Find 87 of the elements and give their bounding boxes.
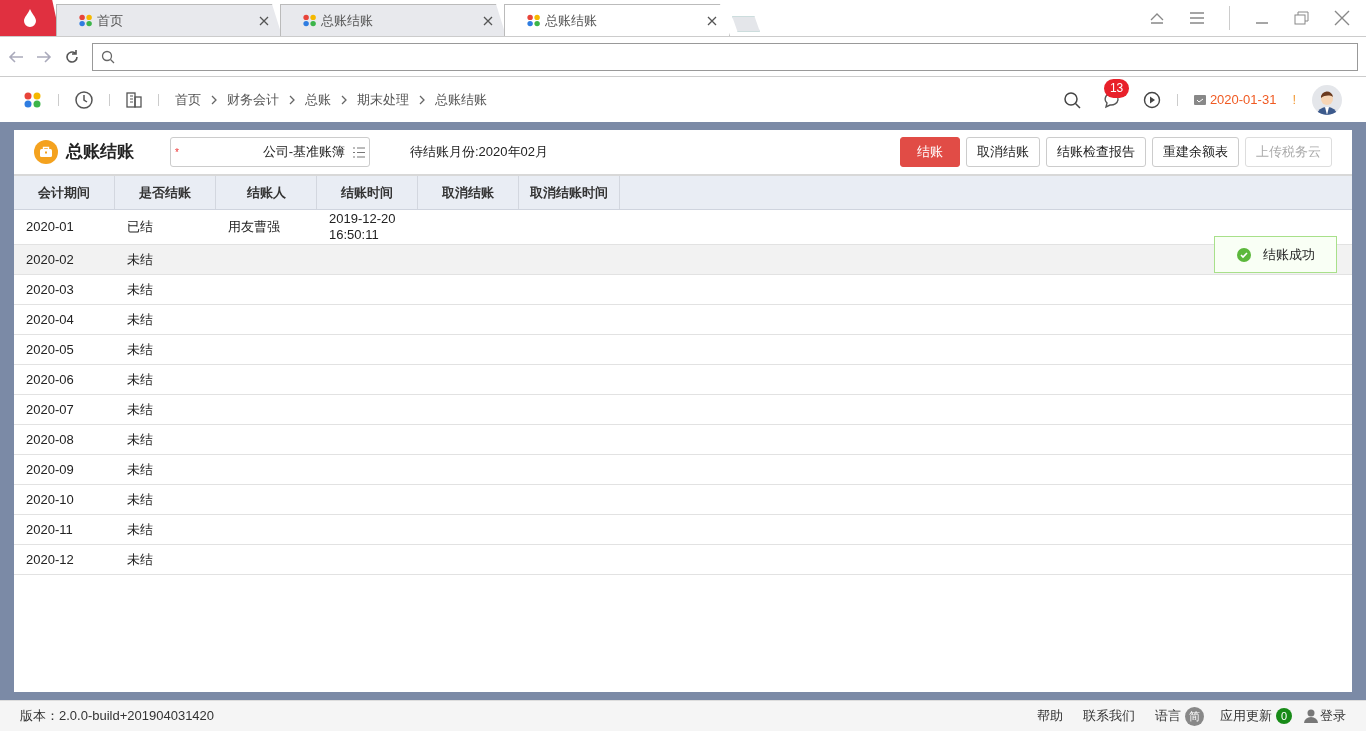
restore-icon[interactable] — [1294, 10, 1310, 25]
browser-tab[interactable]: 总账结账 — [504, 4, 730, 36]
action-button[interactable]: 重建余额表 — [1152, 137, 1239, 167]
browser-tab[interactable]: 总账结账 — [280, 4, 506, 36]
address-field[interactable] — [92, 42, 1358, 71]
table-cell: 2020-10 — [26, 491, 74, 508]
language-label: 语言 — [1155, 707, 1181, 726]
table-cell: 未结 — [127, 401, 153, 418]
pending-month-text: 待结账月份:2020年02月 — [410, 143, 548, 162]
chevron-icon — [289, 94, 295, 105]
table-cell: 2020-11 — [26, 521, 73, 538]
app-logo-icon — [303, 14, 317, 27]
table-cell: 未结 — [127, 431, 153, 448]
table-cell: 未结 — [127, 491, 153, 508]
close-icon[interactable] — [707, 15, 717, 26]
list-icon — [353, 146, 365, 158]
table-cell: 未结 — [127, 371, 153, 388]
column-header[interactable]: 结账人 — [216, 176, 317, 209]
updates-badge[interactable]: 0 — [1276, 708, 1292, 724]
required-mark: * — [175, 145, 179, 160]
app-logo-icon[interactable] — [24, 91, 42, 108]
calendar-icon — [1193, 94, 1206, 105]
table-cell: 2020-07 — [26, 401, 74, 418]
search-icon — [101, 49, 115, 64]
drop-icon — [23, 8, 37, 27]
column-header[interactable]: 会计期间 — [14, 176, 115, 209]
app-logo-icon — [79, 14, 93, 27]
notification-badge: 13 — [1103, 78, 1130, 98]
table-cell: 用友曹强 — [228, 219, 280, 235]
table-cell: 2020-03 — [26, 281, 74, 298]
version-text: 版本：2.0.0-build+201904031420 — [20, 707, 215, 726]
close-icon[interactable] — [1334, 9, 1350, 26]
contact-link[interactable]: 联系我们 — [1083, 706, 1135, 726]
column-header[interactable]: 取消结账 — [418, 176, 519, 209]
play-icon[interactable] — [1142, 90, 1161, 109]
column-header[interactable]: 取消结账时间 — [519, 176, 620, 209]
table-cell: 2020-08 — [26, 431, 74, 448]
briefcase-icon — [34, 140, 58, 164]
table-cell: 2020-05 — [26, 341, 74, 358]
table-cell: 未结 — [127, 521, 153, 538]
building-icon[interactable] — [126, 91, 142, 108]
column-header[interactable]: 结账时间 — [317, 176, 418, 209]
action-button[interactable]: 取消结账 — [966, 137, 1040, 167]
breadcrumb-link[interactable]: 首页 — [175, 89, 201, 110]
avatar[interactable] — [1312, 84, 1342, 115]
app-logo-icon — [527, 14, 541, 27]
page-title: 总账结账 — [66, 141, 134, 164]
reload-icon[interactable] — [64, 48, 80, 65]
search-icon[interactable] — [1062, 90, 1081, 109]
check-circle-icon — [1236, 247, 1251, 262]
breadcrumb-link[interactable]: 财务会计 — [227, 89, 279, 110]
chevron-icon — [341, 94, 347, 105]
table-cell: 已结 — [127, 219, 153, 235]
action-button[interactable]: 结账 — [900, 137, 960, 167]
table-cell: 2020-09 — [26, 461, 74, 478]
language-badge[interactable]: 简 — [1185, 706, 1204, 726]
help-link[interactable]: 帮助 — [1037, 706, 1063, 726]
table-cell-text: 2019-12-20 16:50:11 — [329, 211, 397, 243]
table-cell: 2020-02 — [26, 251, 74, 268]
clock-icon[interactable] — [75, 90, 93, 109]
chevron-icon — [211, 94, 217, 105]
table-cell: 2020-06 — [26, 371, 74, 388]
table-cell: 未结 — [127, 311, 153, 328]
close-icon[interactable] — [483, 15, 493, 26]
browser-tab[interactable]: 首页 — [56, 4, 282, 36]
table-cell: 未结 — [127, 551, 153, 568]
user-icon — [1304, 709, 1318, 723]
menu-icon[interactable] — [1189, 10, 1205, 25]
breadcrumb-link[interactable]: 总账结账 — [435, 89, 487, 110]
ledger-select[interactable]: * 公司-基准账簿 — [170, 137, 370, 167]
table-cell: 2020-12 — [26, 551, 74, 568]
action-button[interactable]: 结账检查报告 — [1046, 137, 1146, 167]
toast: 结账成功 — [1214, 236, 1337, 273]
alert-mark: ! — [1292, 90, 1296, 109]
table-cell: 2020-01 — [26, 219, 74, 235]
table-cell: 2020-04 — [26, 311, 74, 328]
table-cell: 未结 — [127, 281, 153, 298]
chevron-icon — [419, 94, 425, 105]
breadcrumb-link[interactable]: 期末处理 — [357, 89, 409, 110]
login-link[interactable]: 登录 — [1320, 706, 1346, 726]
table-cell: 未结 — [127, 341, 153, 358]
table-cell: 未结 — [127, 251, 153, 268]
updates-label: 应用更新 — [1220, 707, 1272, 726]
table-cell: 未结 — [127, 461, 153, 478]
close-icon[interactable] — [259, 15, 269, 26]
column-header[interactable]: 是否结账 — [115, 176, 216, 209]
breadcrumb-link[interactable]: 总账 — [305, 89, 331, 110]
